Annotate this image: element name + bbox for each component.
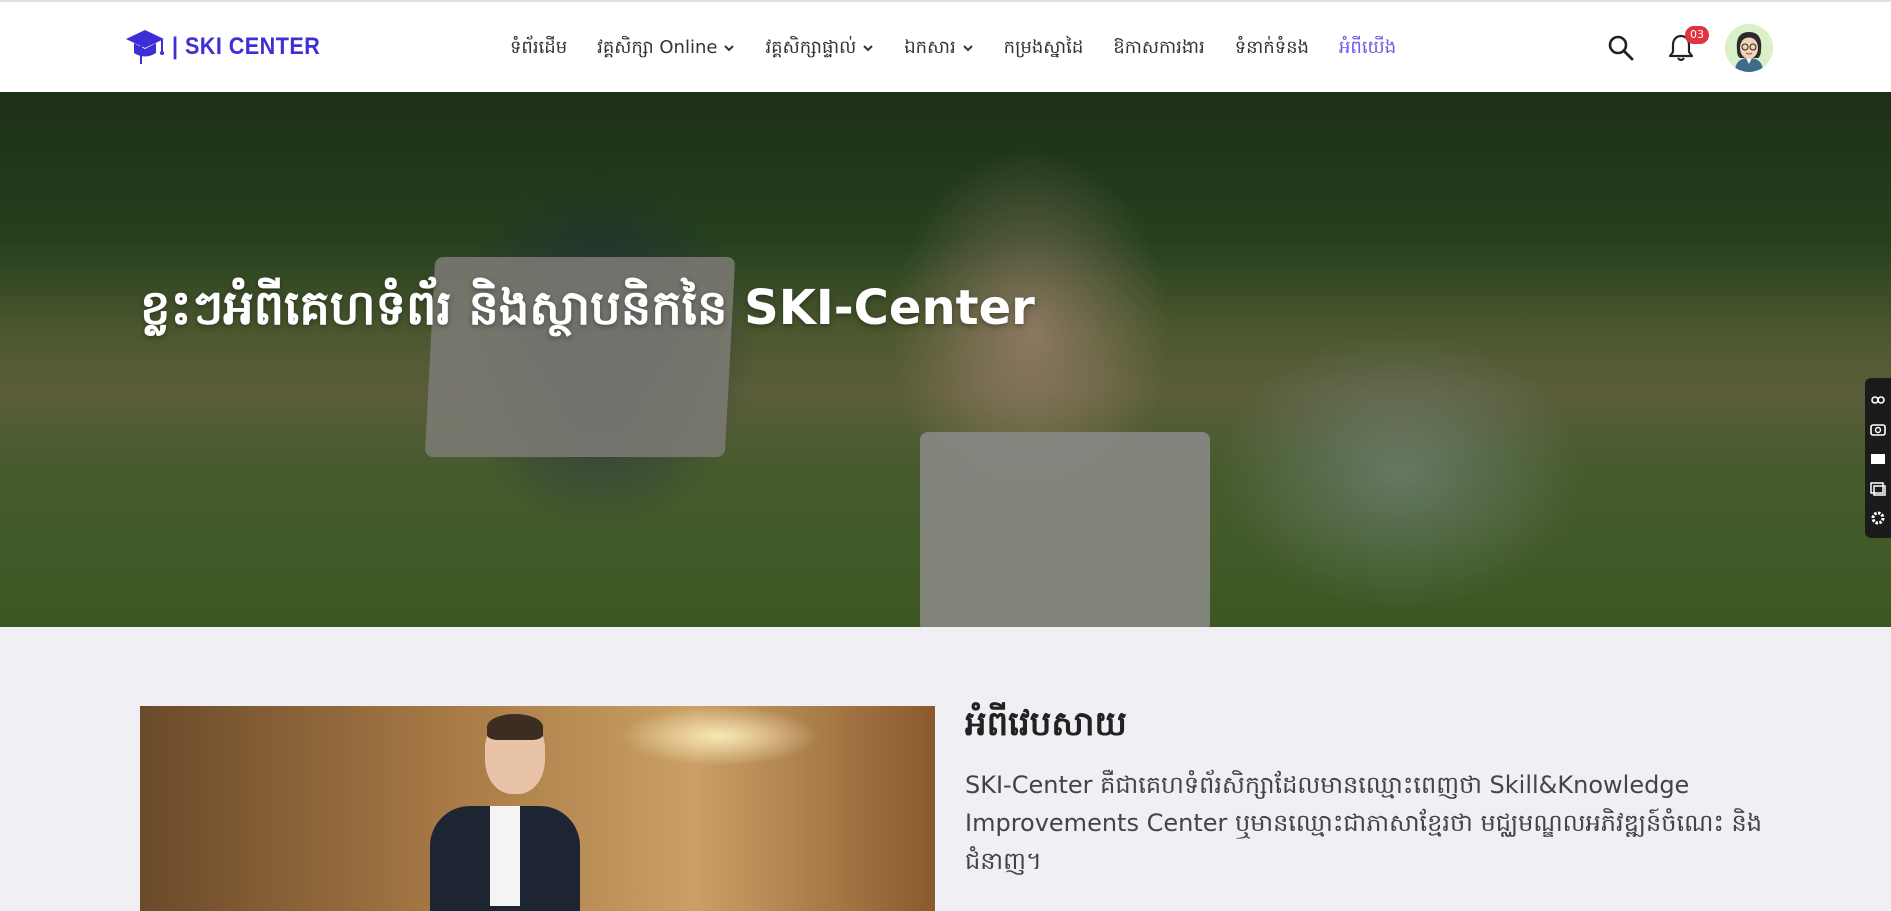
nav-item-label: ទំព័រដើម <box>510 36 568 58</box>
about-section: អំពីវេបសាយ SKI-Center គឺជាគេហទំព័រសិក្សា… <box>965 702 1765 880</box>
site-logo[interactable]: | SKI CENTER <box>124 26 337 68</box>
nav-item-online-courses[interactable]: វគ្គសិក្សា Online <box>597 35 735 62</box>
nav-item-jobs[interactable]: ឱកាសការងារ <box>1113 35 1204 62</box>
screen-icon[interactable] <box>1870 451 1886 465</box>
speaker-shirt <box>490 806 520 906</box>
chevron-down-icon <box>863 45 873 52</box>
nav-item-label: ឱកាសការងារ <box>1113 36 1205 58</box>
camera-icon[interactable] <box>1870 421 1886 437</box>
nav-item-label: កម្រងស្នាដៃ <box>1003 36 1084 58</box>
nav-item-label: ទំនាក់ទំនង <box>1234 36 1309 58</box>
window-icon[interactable] <box>1870 481 1886 496</box>
top-header: | SKI CENTER ទំព័រដើម វគ្គសិក្សា Online … <box>0 0 1891 92</box>
about-title: អំពីវេបសាយ <box>965 704 1127 744</box>
speaker-hair <box>487 714 543 740</box>
nav-item-documents[interactable]: ឯកសារ <box>904 35 973 62</box>
nav-item-label: វគ្គសិក្សាផ្ទាល់ <box>765 36 857 58</box>
hero-banner: ខ្លះៗអំពីគេហទំព័រ និងស្ថាបនិកនៃ SKI-Cent… <box>0 92 1891 627</box>
link-icon[interactable] <box>1870 392 1886 406</box>
nav-item-about[interactable]: អំពីយើង <box>1339 35 1396 62</box>
graduation-cap-icon <box>126 30 164 64</box>
ceiling-light <box>620 706 820 766</box>
avatar[interactable] <box>1725 24 1773 72</box>
notification-badge: 03 <box>1685 26 1709 44</box>
chevron-down-icon <box>724 45 735 52</box>
header-actions: 03 <box>1605 24 1773 72</box>
nav-item-onsite-courses[interactable]: វគ្គសិក្សាផ្ទាល់ <box>765 35 874 62</box>
hero-title: ខ្លះៗអំពីគេហទំព័រ និងស្ថាបនិកនៃ SKI-Cent… <box>140 280 1035 336</box>
user-avatar-icon <box>1725 24 1773 72</box>
logo-text: | SKI CENTER <box>172 33 321 60</box>
gear-icon[interactable] <box>1870 510 1886 525</box>
nav-item-home[interactable]: ទំព័រដើម <box>510 35 567 62</box>
about-paragraph: SKI-Center គឺជាគេហទំព័រសិក្សាដែលមានឈ្មោះ… <box>965 771 1763 875</box>
main-nav: ទំព័រដើម វគ្គសិក្សា Online វគ្គសិក្សាផ្ទ… <box>510 2 1396 94</box>
founder-photo <box>140 706 935 911</box>
search-icon <box>1608 35 1634 61</box>
notifications-button[interactable]: 03 <box>1665 26 1709 64</box>
nav-item-contact[interactable]: ទំនាក់ទំនង <box>1235 35 1309 62</box>
floating-toolbar <box>1865 378 1891 538</box>
nav-item-label: អំពីយើង <box>1338 36 1397 58</box>
nav-item-label: វគ្គសិក្សា Online <box>597 36 718 58</box>
chevron-down-icon <box>962 45 973 52</box>
nav-item-label: ឯកសារ <box>904 36 956 58</box>
search-button[interactable] <box>1605 32 1637 64</box>
nav-item-portfolio[interactable]: កម្រងស្នាដៃ <box>1004 35 1084 62</box>
hero-overlay <box>0 92 1891 627</box>
